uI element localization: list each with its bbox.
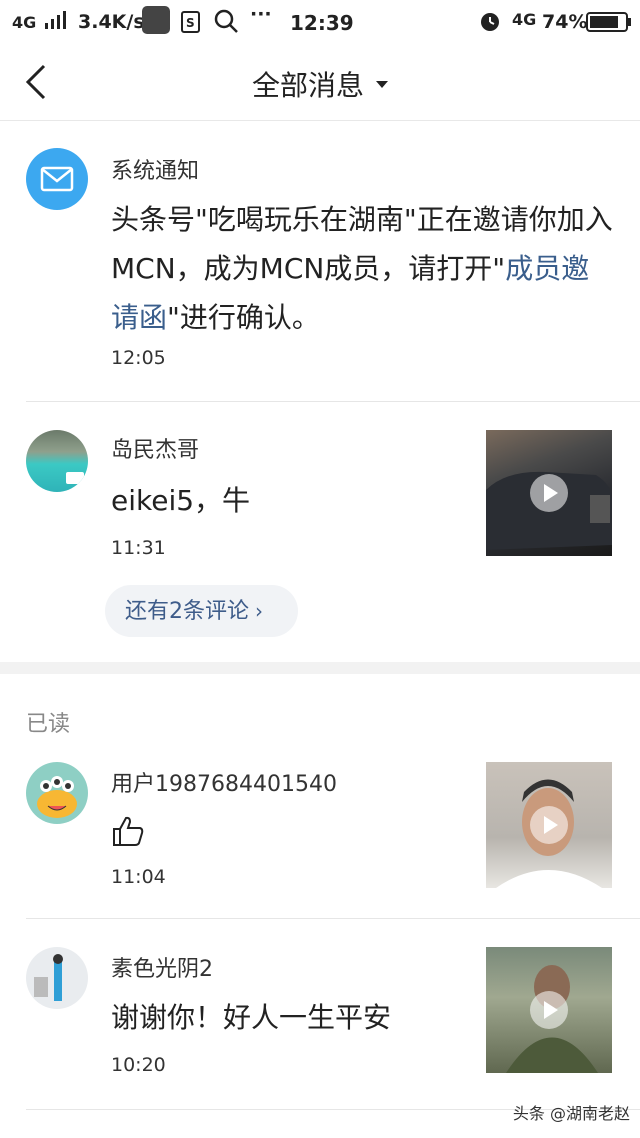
caret-down-icon — [376, 80, 388, 88]
battery-icon — [586, 11, 632, 38]
message-text-b: "进行确认。 — [167, 301, 320, 334]
network-type: 4G — [12, 13, 37, 32]
status-bar: 4G 3.4K/s S ··· 12:39 4G 74% — [0, 0, 640, 44]
chevron-right-icon: › — [255, 599, 263, 623]
more-comments-label: 还有2条评论 — [125, 599, 249, 624]
video-thumbnail[interactable] — [486, 762, 612, 888]
video-thumbnail[interactable] — [486, 430, 612, 556]
signal-icon — [44, 9, 68, 36]
comment-item[interactable]: 用户1987684401540 11:04 — [0, 748, 640, 918]
network-type-2: 4G — [512, 10, 537, 29]
avatar[interactable] — [26, 430, 88, 492]
comment-time: 10:20 — [111, 1054, 166, 1076]
nav-bar: 全部消息 — [0, 44, 640, 121]
sim-icon: S — [180, 10, 202, 39]
commenter-name[interactable]: 岛民杰哥 — [111, 432, 199, 464]
mail-icon — [26, 148, 88, 210]
network-speed: 3.4K/s — [78, 11, 145, 33]
more-dots-icon: ··· — [250, 3, 272, 25]
badge-icon — [66, 472, 84, 484]
comment-item[interactable]: 岛民杰哥 eikei5，牛 11:31 还有2条评论 › — [0, 402, 640, 662]
thumbs-up-icon — [111, 814, 145, 852]
play-icon — [530, 806, 568, 844]
comment-text: eikei5，牛 — [111, 484, 251, 517]
video-thumbnail[interactable] — [486, 947, 612, 1073]
comment-time: 11:31 — [111, 537, 166, 559]
read-section-label: 已读 — [26, 712, 71, 737]
watermark: 头条 @湖南老赵 — [512, 1104, 630, 1123]
more-comments-button[interactable]: 还有2条评论 › — [105, 585, 298, 637]
battery-percent: 74% — [542, 11, 588, 33]
comment-text: 谢谢你！好人一生平安 — [111, 1001, 392, 1034]
section-divider — [0, 662, 640, 674]
comment-time: 11:04 — [111, 866, 166, 888]
play-icon — [530, 474, 568, 512]
avatar[interactable] — [26, 947, 88, 1009]
system-notification[interactable]: 系统通知 头条号"吃喝玩乐在湖南"正在邀请你加入MCN，成为MCN成员，请打开"… — [0, 121, 640, 401]
alarm-icon — [478, 9, 502, 38]
search-icon — [213, 8, 239, 39]
svg-text:S: S — [186, 16, 195, 30]
message-filter-dropdown[interactable]: 全部消息 — [0, 64, 640, 104]
message-time: 12:05 — [111, 347, 166, 369]
clock: 12:39 — [290, 11, 354, 35]
comment-item[interactable]: 素色光阴2 谢谢你！好人一生平安 10:20 — [0, 919, 640, 1109]
sender-name: 系统通知 — [111, 159, 200, 184]
message-body: 头条号"吃喝玩乐在湖南"正在邀请你加入MCN，成为MCN成员，请打开"成员邀请函… — [111, 195, 616, 342]
play-icon — [530, 991, 568, 1029]
monster-avatar-icon — [37, 776, 77, 818]
commenter-name[interactable]: 素色光阴2 — [111, 951, 213, 983]
person-avatar-icon — [34, 954, 63, 1001]
page-title: 全部消息 — [251, 69, 364, 102]
commenter-name[interactable]: 用户1987684401540 — [111, 766, 337, 798]
app-notification-icon — [142, 6, 170, 34]
avatar[interactable] — [26, 762, 88, 824]
